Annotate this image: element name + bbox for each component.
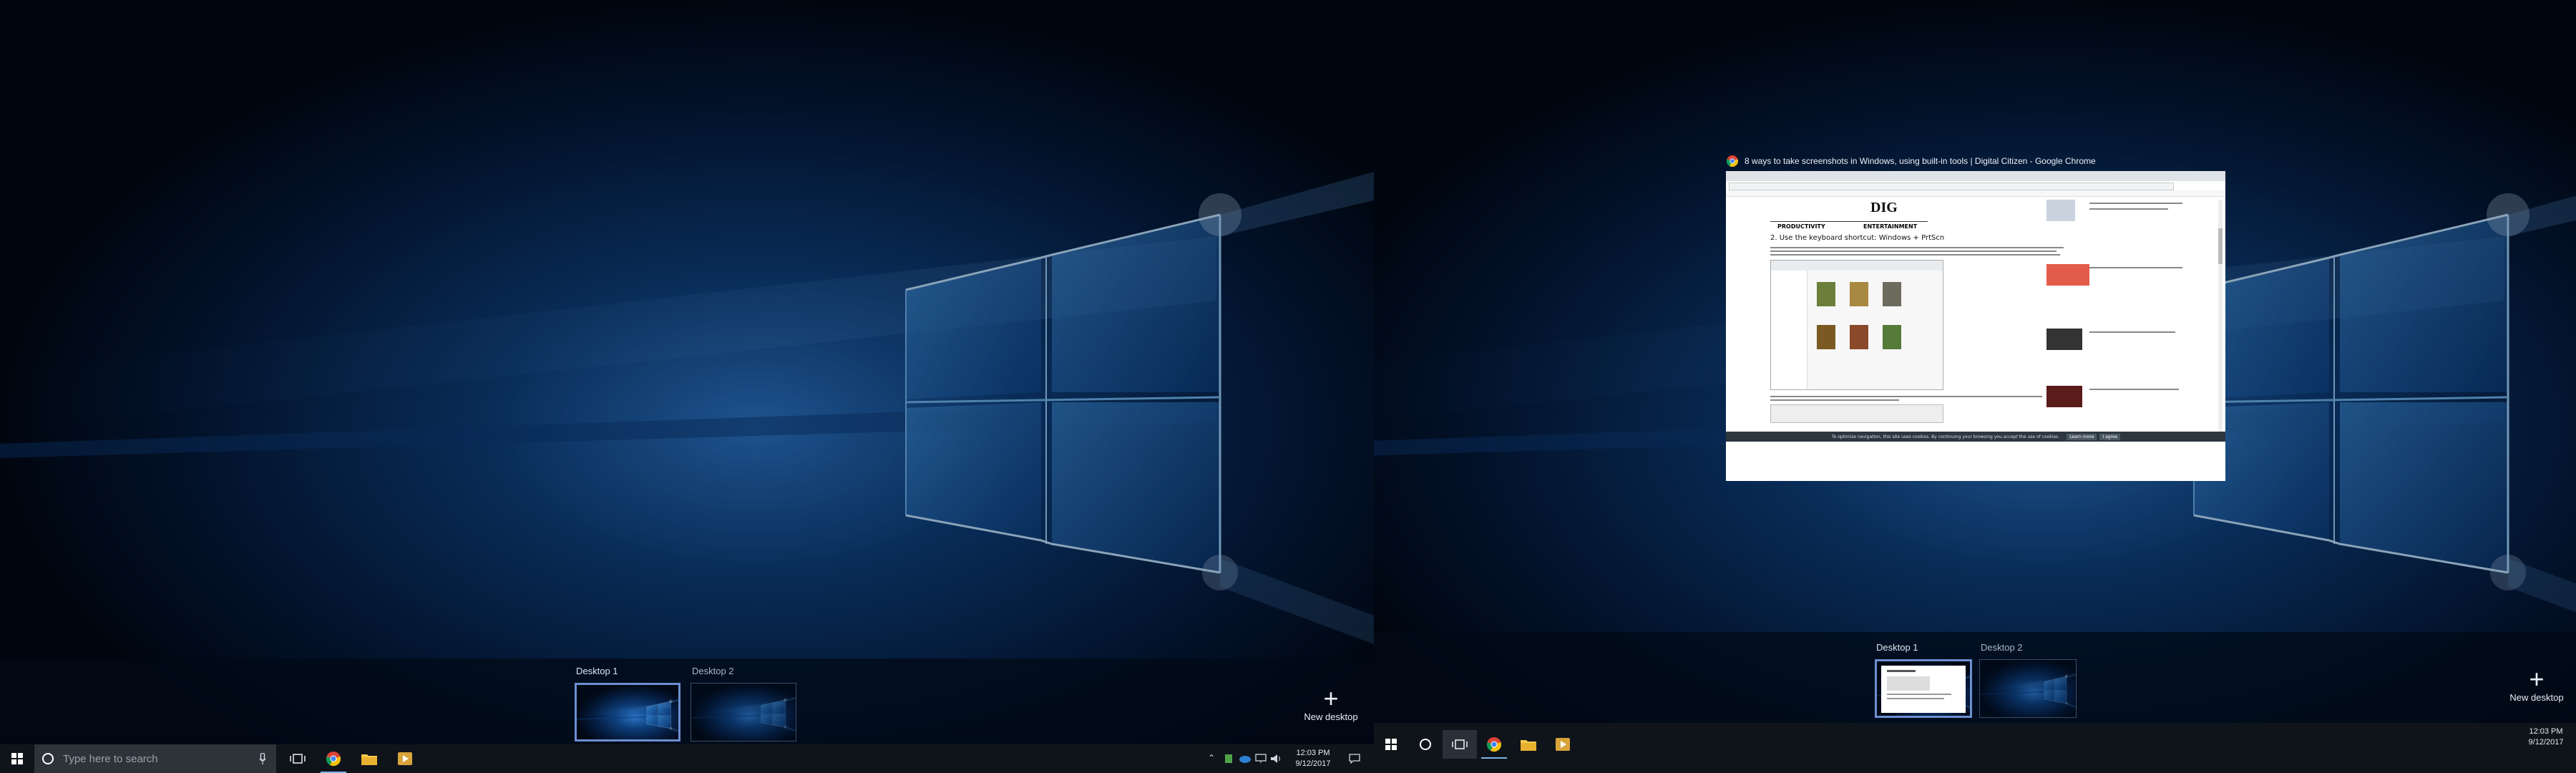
wallpaper-thumbnail [691, 684, 796, 742]
windows-icon[interactable] [1374, 730, 1408, 759]
scrollbar[interactable] [2218, 200, 2223, 436]
task-view-icon[interactable] [1443, 730, 1477, 759]
article-screenshot-toolbar [1770, 404, 1943, 423]
site-header: DIG PRODUCTIVITY ENTERTAINMENT [1770, 200, 1928, 230]
new-desktop-button[interactable]: + New desktop [1292, 684, 1370, 723]
onedrive-icon[interactable] [1238, 752, 1252, 766]
desktop-label: Desktop 1 [1876, 642, 1918, 653]
media-player-icon[interactable] [1546, 730, 1580, 759]
show-hidden-icons-icon[interactable]: ⌃ [1208, 753, 1215, 763]
system-clock[interactable]: 12:03 PM 9/12/2017 [2519, 726, 2573, 748]
clock-time: 12:03 PM [2529, 727, 2563, 736]
browser-tab-strip [1726, 171, 2225, 181]
article-text [1770, 245, 2071, 258]
desktop-label: Desktop 2 [692, 666, 734, 676]
virtual-desktop-1[interactable]: Desktop 1 [1875, 642, 1975, 721]
running-indicator [1481, 757, 1507, 759]
chrome-icon [1726, 155, 1739, 167]
task-view-overlay [0, 0, 1374, 773]
window-title-bar[interactable]: 8 ways to take screenshots in Windows, u… [1726, 152, 2225, 170]
nav-item-entertainment[interactable]: ENTERTAINMENT [1863, 223, 1917, 230]
article-text-2 [1770, 394, 2057, 403]
file-explorer-icon[interactable] [352, 744, 386, 773]
search-placeholder: Type here to search [63, 752, 158, 765]
search-box[interactable]: Type here to search [34, 744, 276, 773]
windows-icon[interactable] [0, 744, 34, 773]
plus-icon: + [2529, 664, 2545, 694]
network-icon[interactable] [1254, 752, 1268, 766]
wallpaper-thumbnail [1980, 660, 2077, 718]
chrome-icon[interactable] [316, 744, 351, 773]
clock-time: 12:03 PM [1296, 749, 1330, 757]
chrome-icon[interactable] [1477, 730, 1511, 759]
microphone-icon[interactable] [259, 753, 266, 764]
chrome-window-preview[interactable]: 8 ways to take screenshots in Windows, u… [1726, 152, 2225, 481]
virtual-desktop-2[interactable]: Desktop 2 [691, 666, 796, 744]
cookie-bar: To optimize navigation, this site uses c… [1726, 432, 2225, 442]
desktop-thumbnail[interactable] [691, 683, 796, 742]
learn-more-button[interactable]: Learn more [2067, 433, 2097, 440]
desktop-thumbnail[interactable] [575, 683, 680, 742]
virtual-desktop-strip: Desktop 1 Desktop 2 + New desktop [1374, 632, 2576, 730]
action-center-icon[interactable] [1344, 752, 1365, 766]
cortana-icon[interactable] [1408, 730, 1443, 759]
volume-icon[interactable] [1269, 752, 1284, 766]
task-view-icon[interactable] [280, 744, 315, 773]
desktop-thumbnail[interactable] [1875, 659, 1972, 718]
address-bar[interactable] [1729, 183, 2174, 190]
cookie-text: To optimize navigation, this site uses c… [1832, 434, 2060, 439]
site-logo: DIG [1870, 200, 1898, 215]
wallpaper-thumbnail [577, 685, 680, 742]
taskbar: 12:03 PM 9/12/2017 [1374, 723, 2576, 773]
clock-date: 9/12/2017 [1295, 759, 1331, 768]
window-thumbnail [1881, 666, 1966, 713]
window-title: 8 ways to take screenshots in Windows, u… [1745, 156, 2096, 166]
desktop-label: Desktop 1 [576, 666, 618, 676]
clock-date: 9/12/2017 [2528, 738, 2564, 747]
browser-viewport[interactable]: DIG PRODUCTIVITY ENTERTAINMENT 2. Use th… [1726, 171, 2225, 481]
new-desktop-label: New desktop [1304, 711, 1358, 722]
cortana-icon [42, 753, 54, 764]
article-screenshot-image [1770, 260, 1943, 390]
article-heading: 2. Use the keyboard shortcut: Windows + … [1770, 234, 1945, 242]
media-player-icon[interactable] [388, 744, 422, 773]
taskbar: Type here to search ⌃ 12:03 PM 9/12/2017 [0, 744, 1374, 773]
agree-button[interactable]: I agree [2099, 433, 2121, 440]
bookmarks-bar [1726, 190, 2225, 197]
new-desktop-label: New desktop [2509, 692, 2564, 703]
sidebar-related-articles [2046, 200, 2211, 436]
plus-icon: + [1323, 684, 1339, 713]
virtual-desktop-1[interactable]: Desktop 1 [575, 666, 683, 744]
nav-item-productivity[interactable]: PRODUCTIVITY [1777, 223, 1825, 230]
desktop-label: Desktop 2 [1981, 642, 2023, 653]
new-desktop-button[interactable]: + New desktop [2497, 664, 2576, 704]
virtual-desktop-2[interactable]: Desktop 2 [1979, 642, 2077, 721]
left-monitor: Desktop 1 Desktop 2 + New desktop Type h… [0, 0, 1374, 773]
file-explorer-icon[interactable] [1511, 730, 1546, 759]
virtual-desktop-strip: Desktop 1 Desktop 2 + New desktop [0, 658, 1374, 755]
defender-icon[interactable] [1222, 752, 1235, 766]
system-clock[interactable]: 12:03 PM 9/12/2017 [1287, 748, 1340, 769]
desktop-thumbnail[interactable] [1979, 659, 2077, 718]
